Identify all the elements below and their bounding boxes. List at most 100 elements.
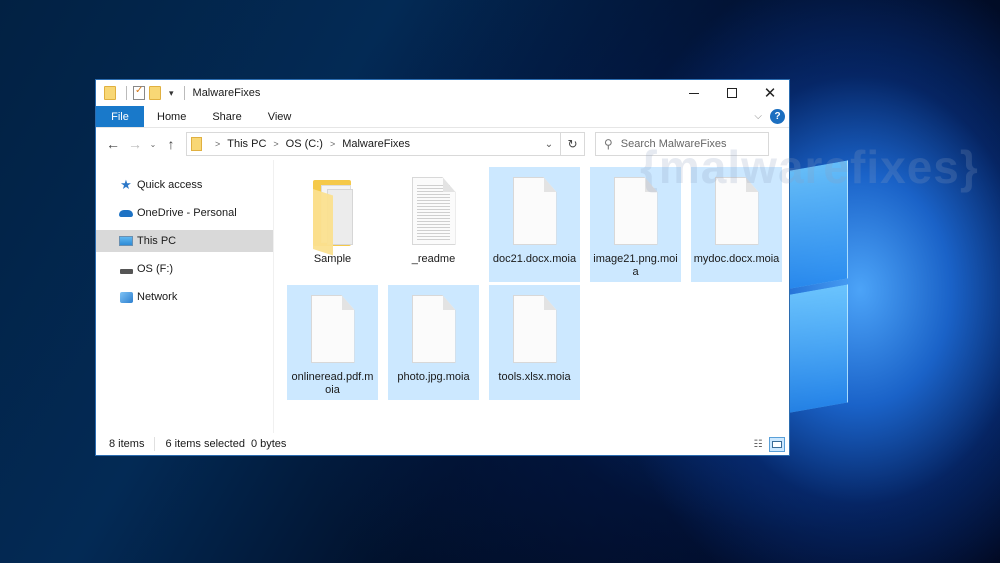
- title-bar: ▾ MalwareFixes ✕: [96, 80, 789, 106]
- customize-toolbar-dropdown[interactable]: ▾: [169, 88, 174, 99]
- status-separator: [154, 437, 156, 451]
- up-button[interactable]: ↑: [160, 136, 182, 152]
- file-item[interactable]: _readme: [388, 167, 479, 282]
- refresh-button[interactable]: ↻: [561, 132, 585, 156]
- explorer-body: ★ Quick access OneDrive - Personal This …: [96, 160, 789, 433]
- file-item[interactable]: mydoc.docx.moia: [691, 167, 782, 282]
- close-icon: ✕: [763, 85, 777, 102]
- search-box[interactable]: ⚲: [595, 132, 769, 156]
- search-input[interactable]: [620, 138, 751, 150]
- tab-home[interactable]: Home: [144, 106, 199, 127]
- sidebar-item-quick-access[interactable]: ★ Quick access: [96, 174, 273, 196]
- details-view-icon: ☷: [753, 438, 763, 450]
- ribbon-right: ⌵ ?: [754, 106, 789, 127]
- text-document-icon: [404, 173, 464, 253]
- view-switcher: ☷: [750, 436, 789, 452]
- folder-icon: [191, 137, 202, 151]
- file-item[interactable]: onlineread.pdf.moia: [287, 285, 378, 400]
- sidebar-item-label: OS (F:): [137, 263, 174, 275]
- file-item[interactable]: tools.xlsx.moia: [489, 285, 580, 400]
- search-icon: ⚲: [604, 137, 613, 151]
- breadcrumb-os-c[interactable]: OS (C:): [286, 138, 323, 150]
- tab-share[interactable]: Share: [199, 106, 254, 127]
- maximize-button[interactable]: [713, 80, 751, 106]
- sidebar-item-onedrive[interactable]: OneDrive - Personal: [96, 202, 273, 224]
- minimize-icon: [689, 92, 699, 94]
- file-item[interactable]: doc21.docx.moia: [489, 167, 580, 282]
- window-controls: ✕: [675, 80, 789, 106]
- sidebar-item-label: OneDrive - Personal: [137, 207, 237, 219]
- file-list: Sample _readme doc21.docx.moia image21.png.…: [274, 160, 789, 433]
- sidebar-item-this-pc[interactable]: This PC: [96, 230, 273, 252]
- sidebar-item-label: Quick access: [137, 179, 203, 191]
- sidebar-item-os-f[interactable]: OS (F:): [96, 258, 273, 280]
- address-bar[interactable]: > This PC > OS (C:) > MalwareFixes ⌄: [186, 132, 561, 156]
- status-bar: 8 items 6 items selected 0 bytes ☷: [96, 433, 789, 455]
- folder-icon: [303, 173, 363, 256]
- navigation-bar: ← → ⌄ ↑ > This PC > OS (C:) > MalwareFix…: [96, 128, 789, 160]
- item-count: 8 items: [109, 438, 145, 450]
- computer-icon: [118, 234, 134, 248]
- forward-button[interactable]: →: [124, 136, 146, 152]
- maximize-icon: [727, 88, 737, 98]
- navigation-pane: ★ Quick access OneDrive - Personal This …: [96, 160, 274, 433]
- star-icon: ★: [120, 177, 132, 192]
- tab-view[interactable]: View: [255, 106, 305, 127]
- file-name: photo.jpg.moia: [397, 371, 470, 383]
- file-name: tools.xlsx.moia: [498, 371, 571, 383]
- page-fold: [442, 177, 456, 192]
- breadcrumb-separator[interactable]: >: [273, 139, 278, 149]
- sidebar-item-label: Network: [137, 291, 178, 303]
- new-folder-icon[interactable]: [149, 86, 161, 100]
- page-fold: [543, 295, 557, 310]
- text-lines: [416, 185, 450, 240]
- large-icons-view-button[interactable]: [769, 436, 785, 452]
- blank-file-icon: [303, 291, 363, 371]
- help-icon[interactable]: ?: [770, 109, 785, 124]
- blank-file-icon: [505, 291, 565, 371]
- large-icons-view-icon: [772, 440, 782, 448]
- breadcrumb-this-pc[interactable]: This PC: [227, 138, 266, 150]
- refresh-icon: ↻: [567, 137, 578, 151]
- breadcrumb-separator[interactable]: >: [330, 139, 335, 149]
- breadcrumb-malwarefixes[interactable]: MalwareFixes: [342, 138, 410, 150]
- windows-logo-wallpaper: [790, 149, 910, 420]
- monitor-shape: [119, 236, 133, 246]
- file-item[interactable]: photo.jpg.moia: [388, 285, 479, 400]
- file-item[interactable]: image21.png.moia: [590, 167, 681, 282]
- sidebar-item-network[interactable]: Network: [96, 286, 273, 308]
- ribbon-tabs: File Home Share View ⌵ ?: [96, 106, 789, 128]
- tab-file[interactable]: File: [96, 106, 144, 127]
- minimize-button[interactable]: [675, 80, 713, 106]
- toolbar-separator: [126, 86, 127, 100]
- network-icon: [118, 290, 134, 304]
- blank-file-icon: [606, 173, 666, 253]
- blank-file-icon: [707, 173, 767, 253]
- file-item[interactable]: Sample: [287, 167, 378, 282]
- expand-ribbon-chevron-icon[interactable]: ⌵: [754, 111, 762, 122]
- window-title: MalwareFixes: [192, 87, 261, 99]
- page-fold: [341, 295, 355, 310]
- blank-file-icon: [404, 291, 464, 371]
- close-button[interactable]: ✕: [751, 80, 789, 106]
- selection-size: 0 bytes: [250, 438, 287, 450]
- cloud-shape: [119, 209, 133, 217]
- sidebar-item-label: This PC: [137, 235, 177, 247]
- file-explorer-window: ▾ MalwareFixes ✕ File Home Share View ⌵ …: [95, 79, 790, 456]
- file-name: mydoc.docx.moia: [693, 253, 780, 265]
- back-button[interactable]: ←: [102, 136, 124, 152]
- properties-icon[interactable]: [133, 85, 145, 100]
- breadcrumb-separator: >: [215, 139, 221, 149]
- page-fold: [442, 295, 456, 310]
- address-history-dropdown[interactable]: ⌄: [538, 139, 560, 150]
- file-name: image21.png.moia: [593, 253, 678, 278]
- toolbar-separator: [183, 86, 185, 100]
- file-name: onlineread.pdf.moia: [291, 371, 374, 396]
- folder-front: [312, 189, 333, 256]
- file-name: doc21.docx.moia: [492, 253, 577, 265]
- page-fold: [745, 177, 759, 192]
- recent-locations-button[interactable]: ⌄: [146, 140, 160, 149]
- drive-shape: [119, 268, 133, 274]
- network-shape: [119, 291, 133, 303]
- details-view-button[interactable]: ☷: [750, 437, 766, 452]
